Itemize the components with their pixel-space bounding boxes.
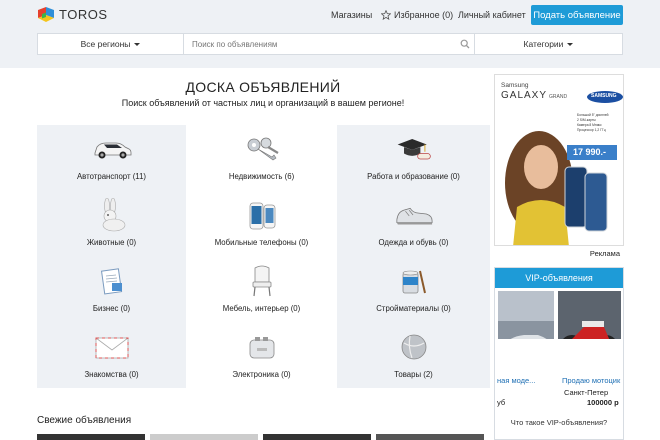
fresh-ad-thumbnail[interactable] xyxy=(376,434,484,440)
fresh-ads-strip xyxy=(37,434,484,440)
ad-logo: SAMSUNG xyxy=(591,93,617,99)
star-icon xyxy=(381,10,391,20)
ad-bullet: Процессор 1,2 ГГц xyxy=(577,128,606,132)
vip-item-price: 100000 р xyxy=(587,398,619,407)
vip-item-city: Санкт-Петер xyxy=(564,388,609,397)
chevron-down-icon xyxy=(134,42,141,46)
category-tile[interactable]: Недвижимость (6) xyxy=(186,125,337,190)
fresh-ad-thumbnail[interactable] xyxy=(150,434,258,440)
category-tile[interactable]: Работа и образование (0) xyxy=(337,125,490,190)
fresh-ads-heading: Свежие объявления xyxy=(37,415,132,426)
categories-select[interactable]: Категории xyxy=(475,34,622,54)
ad-banner[interactable]: Samsung GALAXY GRAND SAMSUNG Большой 5" … xyxy=(494,74,624,260)
category-tile[interactable]: Электроника (0) xyxy=(186,322,337,388)
category-tile[interactable]: Мобильные телефоны (0) xyxy=(186,190,337,256)
page-subtitle: Поиск объявлений от частных лиц и органи… xyxy=(121,98,405,108)
vip-info-link[interactable]: Что такое VIP-объявления? xyxy=(495,418,623,427)
search-icon xyxy=(460,39,469,49)
category-label: Мебель, интерьер (0) xyxy=(222,304,301,313)
category-label: Электроника (0) xyxy=(232,370,291,379)
region-select[interactable]: Все регионы xyxy=(38,34,184,54)
car-icon xyxy=(92,133,132,165)
vip-item-title[interactable]: ная моде... xyxy=(497,376,535,385)
logo-text: TOROS xyxy=(59,6,108,22)
vip-carousel xyxy=(498,291,621,339)
vip-heading: VIP-объявления xyxy=(495,268,623,288)
category-tile[interactable]: Одежда и обувь (0) xyxy=(337,190,490,256)
category-label: Недвижимость (6) xyxy=(228,172,295,181)
ad-brand: Samsung xyxy=(501,82,529,89)
ball-icon xyxy=(394,331,434,363)
graduation-cap-icon xyxy=(394,133,434,165)
vip-photos[interactable] xyxy=(498,291,621,339)
categories-select-label: Категории xyxy=(523,39,564,49)
vip-item-price: уб xyxy=(497,398,506,407)
toaster-icon xyxy=(242,331,282,363)
category-label: Знакомства (0) xyxy=(84,370,139,379)
search-input[interactable] xyxy=(184,34,455,54)
category-label: Автотранспорт (11) xyxy=(76,172,146,181)
region-select-label: Все регионы xyxy=(80,39,131,49)
nav-shops-link[interactable]: Магазины xyxy=(331,10,372,20)
nav-cabinet-link[interactable]: Личный кабинет xyxy=(458,10,526,20)
category-tile[interactable]: Знакомства (0) xyxy=(37,322,186,388)
category-tile[interactable]: Животные (0) xyxy=(37,190,186,256)
post-ad-button[interactable]: Подать объявление xyxy=(531,5,623,25)
category-label: Бизнес (0) xyxy=(92,304,131,313)
chevron-down-icon xyxy=(567,42,574,46)
site-header: TOROS Магазины Избранное (0) Личный каби… xyxy=(0,0,660,68)
category-tile[interactable]: Автотранспорт (11) xyxy=(37,125,186,190)
category-tile[interactable]: Стройматериалы (0) xyxy=(337,256,490,322)
ad-bullets: Большой 5" дисплей 2 SIM-карты Камера 8 … xyxy=(577,113,609,133)
logo[interactable]: TOROS xyxy=(37,5,108,23)
ad-image[interactable]: Samsung GALAXY GRAND SAMSUNG Большой 5" … xyxy=(494,74,624,246)
fresh-ad-thumbnail[interactable] xyxy=(37,434,145,440)
category-tile[interactable]: Товары (2) xyxy=(337,322,490,388)
sneaker-icon xyxy=(394,199,434,231)
page-title: ДОСКА ОБЪЯВЛЕНИЙ xyxy=(185,79,341,95)
ad-price: 17 990.- xyxy=(573,147,607,157)
envelope-icon xyxy=(92,331,132,363)
keys-icon xyxy=(242,133,282,165)
nav-favorites-label: Избранное (0) xyxy=(394,10,454,20)
vip-panel: VIP-объявления ная моде... уб Продаю мот… xyxy=(494,267,624,440)
category-label: Животные (0) xyxy=(86,238,137,247)
category-tile[interactable]: Бизнес (0) xyxy=(37,256,186,322)
search-bar: Все регионы Категории xyxy=(37,33,623,55)
paint-can-icon xyxy=(394,265,434,297)
category-label: Мобильные телефоны (0) xyxy=(214,238,309,247)
logo-mark-icon xyxy=(37,5,55,23)
fresh-ad-thumbnail[interactable] xyxy=(263,434,371,440)
category-tile[interactable]: Мебель, интерьер (0) xyxy=(186,256,337,322)
vip-item-title[interactable]: Продаю мотоцик xyxy=(562,376,620,385)
ad-label: Реклама xyxy=(589,249,620,258)
category-label: Работа и образование (0) xyxy=(367,172,460,181)
search-button[interactable] xyxy=(455,34,475,54)
ad-model-suffix: GRAND xyxy=(549,94,568,100)
rabbit-icon xyxy=(92,198,132,232)
ad-model: GALAXY xyxy=(501,90,548,101)
category-label: Одежда и обувь (0) xyxy=(378,238,449,247)
category-label: Товары (2) xyxy=(394,370,433,379)
chair-icon xyxy=(242,265,282,297)
nav-favorites-link[interactable]: Избранное (0) xyxy=(381,10,453,20)
phones-icon xyxy=(242,199,282,231)
category-label: Стройматериалы (0) xyxy=(376,304,451,313)
category-grid: Автотранспорт (11) Недвижимость (6) Рабо… xyxy=(37,125,490,388)
document-icon xyxy=(92,265,132,297)
